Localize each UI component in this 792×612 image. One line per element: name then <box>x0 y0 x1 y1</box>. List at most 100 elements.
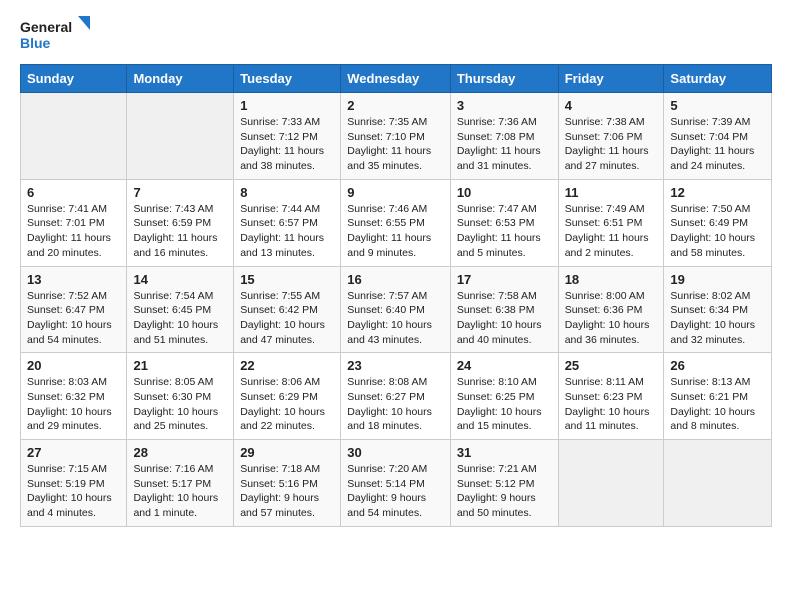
day-info: Sunrise: 7:36 AM Sunset: 7:08 PM Dayligh… <box>457 115 552 174</box>
day-number: 17 <box>457 272 552 287</box>
calendar-cell: 3 Sunrise: 7:36 AM Sunset: 7:08 PM Daylig… <box>450 93 558 180</box>
day-number: 27 <box>27 445 120 460</box>
svg-text:General: General <box>20 19 72 35</box>
day-number: 1 <box>240 98 334 113</box>
day-number: 2 <box>347 98 444 113</box>
weekday-header-sunday: Sunday <box>21 65 127 93</box>
calendar-table: SundayMondayTuesdayWednesdayThursdayFrid… <box>20 64 772 527</box>
day-info: Sunrise: 7:54 AM Sunset: 6:45 PM Dayligh… <box>133 289 227 348</box>
calendar-cell: 10 Sunrise: 7:47 AM Sunset: 6:53 PM Dayli… <box>450 179 558 266</box>
day-number: 18 <box>565 272 658 287</box>
day-number: 12 <box>670 185 765 200</box>
day-info: Sunrise: 7:16 AM Sunset: 5:17 PM Dayligh… <box>133 462 227 521</box>
day-number: 20 <box>27 358 120 373</box>
calendar-cell: 18 Sunrise: 8:00 AM Sunset: 6:36 PM Dayli… <box>558 266 664 353</box>
day-info: Sunrise: 7:18 AM Sunset: 5:16 PM Dayligh… <box>240 462 334 521</box>
day-number: 15 <box>240 272 334 287</box>
day-info: Sunrise: 8:08 AM Sunset: 6:27 PM Dayligh… <box>347 375 444 434</box>
day-number: 28 <box>133 445 227 460</box>
day-number: 29 <box>240 445 334 460</box>
day-number: 3 <box>457 98 552 113</box>
calendar-cell <box>127 93 234 180</box>
day-info: Sunrise: 8:10 AM Sunset: 6:25 PM Dayligh… <box>457 375 552 434</box>
day-info: Sunrise: 8:03 AM Sunset: 6:32 PM Dayligh… <box>27 375 120 434</box>
weekday-header-monday: Monday <box>127 65 234 93</box>
calendar-cell: 12 Sunrise: 7:50 AM Sunset: 6:49 PM Dayli… <box>664 179 772 266</box>
weekday-header-friday: Friday <box>558 65 664 93</box>
day-number: 11 <box>565 185 658 200</box>
weekday-header-tuesday: Tuesday <box>234 65 341 93</box>
day-number: 16 <box>347 272 444 287</box>
calendar-cell: 11 Sunrise: 7:49 AM Sunset: 6:51 PM Dayli… <box>558 179 664 266</box>
day-number: 22 <box>240 358 334 373</box>
day-number: 13 <box>27 272 120 287</box>
calendar-cell: 8 Sunrise: 7:44 AM Sunset: 6:57 PM Daylig… <box>234 179 341 266</box>
day-info: Sunrise: 7:55 AM Sunset: 6:42 PM Dayligh… <box>240 289 334 348</box>
weekday-header-wednesday: Wednesday <box>341 65 451 93</box>
weekday-header-thursday: Thursday <box>450 65 558 93</box>
calendar-cell <box>558 440 664 527</box>
day-info: Sunrise: 8:02 AM Sunset: 6:34 PM Dayligh… <box>670 289 765 348</box>
calendar-cell: 15 Sunrise: 7:55 AM Sunset: 6:42 PM Dayli… <box>234 266 341 353</box>
calendar-cell: 30 Sunrise: 7:20 AM Sunset: 5:14 PM Dayli… <box>341 440 451 527</box>
day-number: 23 <box>347 358 444 373</box>
calendar-cell: 17Sunrise: 7:58 AM Sunset: 6:38 PM Dayli… <box>450 266 558 353</box>
day-info: Sunrise: 7:52 AM Sunset: 6:47 PM Dayligh… <box>27 289 120 348</box>
calendar-cell: 26 Sunrise: 8:13 AM Sunset: 6:21 PM Dayli… <box>664 353 772 440</box>
day-info: Sunrise: 7:44 AM Sunset: 6:57 PM Dayligh… <box>240 202 334 261</box>
calendar-cell: 22 Sunrise: 8:06 AM Sunset: 6:29 PM Dayli… <box>234 353 341 440</box>
day-number: 7 <box>133 185 227 200</box>
day-number: 8 <box>240 185 334 200</box>
day-number: 31 <box>457 445 552 460</box>
day-number: 14 <box>133 272 227 287</box>
day-info: Sunrise: 7:57 AM Sunset: 6:40 PM Dayligh… <box>347 289 444 348</box>
day-info: Sunrise: 7:33 AM Sunset: 7:12 PM Dayligh… <box>240 115 334 174</box>
day-number: 26 <box>670 358 765 373</box>
day-info: Sunrise: 7:15 AM Sunset: 5:19 PM Dayligh… <box>27 462 120 521</box>
calendar-cell: 7 Sunrise: 7:43 AM Sunset: 6:59 PM Daylig… <box>127 179 234 266</box>
calendar-cell <box>21 93 127 180</box>
calendar-cell <box>664 440 772 527</box>
day-info: Sunrise: 7:41 AM Sunset: 7:01 PM Dayligh… <box>27 202 120 261</box>
day-info: Sunrise: 8:06 AM Sunset: 6:29 PM Dayligh… <box>240 375 334 434</box>
calendar-cell: 23 Sunrise: 8:08 AM Sunset: 6:27 PM Dayli… <box>341 353 451 440</box>
day-info: Sunrise: 8:05 AM Sunset: 6:30 PM Dayligh… <box>133 375 227 434</box>
day-number: 6 <box>27 185 120 200</box>
day-info: Sunrise: 8:13 AM Sunset: 6:21 PM Dayligh… <box>670 375 765 434</box>
logo: General Blue <box>20 16 90 54</box>
calendar-cell: 21 Sunrise: 8:05 AM Sunset: 6:30 PM Dayli… <box>127 353 234 440</box>
calendar-cell: 14 Sunrise: 7:54 AM Sunset: 6:45 PM Dayli… <box>127 266 234 353</box>
day-info: Sunrise: 7:43 AM Sunset: 6:59 PM Dayligh… <box>133 202 227 261</box>
calendar-cell: 25 Sunrise: 8:11 AM Sunset: 6:23 PM Dayli… <box>558 353 664 440</box>
calendar-cell: 5Sunrise: 7:39 AM Sunset: 7:04 PM Daylig… <box>664 93 772 180</box>
day-number: 4 <box>565 98 658 113</box>
logo-svg: General Blue <box>20 16 90 54</box>
day-info: Sunrise: 7:20 AM Sunset: 5:14 PM Dayligh… <box>347 462 444 521</box>
day-info: Sunrise: 8:00 AM Sunset: 6:36 PM Dayligh… <box>565 289 658 348</box>
calendar-cell: 27 Sunrise: 7:15 AM Sunset: 5:19 PM Dayli… <box>21 440 127 527</box>
day-number: 25 <box>565 358 658 373</box>
day-info: Sunrise: 7:50 AM Sunset: 6:49 PM Dayligh… <box>670 202 765 261</box>
calendar-cell: 24 Sunrise: 8:10 AM Sunset: 6:25 PM Dayli… <box>450 353 558 440</box>
day-number: 19 <box>670 272 765 287</box>
calendar-cell: 29 Sunrise: 7:18 AM Sunset: 5:16 PM Dayli… <box>234 440 341 527</box>
day-info: Sunrise: 7:46 AM Sunset: 6:55 PM Dayligh… <box>347 202 444 261</box>
day-info: Sunrise: 8:11 AM Sunset: 6:23 PM Dayligh… <box>565 375 658 434</box>
day-number: 5 <box>670 98 765 113</box>
day-info: Sunrise: 7:49 AM Sunset: 6:51 PM Dayligh… <box>565 202 658 261</box>
calendar-cell: 9Sunrise: 7:46 AM Sunset: 6:55 PM Daylig… <box>341 179 451 266</box>
day-number: 24 <box>457 358 552 373</box>
day-info: Sunrise: 7:47 AM Sunset: 6:53 PM Dayligh… <box>457 202 552 261</box>
svg-text:Blue: Blue <box>20 35 51 51</box>
weekday-header-saturday: Saturday <box>664 65 772 93</box>
calendar-cell: 16 Sunrise: 7:57 AM Sunset: 6:40 PM Dayli… <box>341 266 451 353</box>
day-info: Sunrise: 7:35 AM Sunset: 7:10 PM Dayligh… <box>347 115 444 174</box>
calendar-cell: 6 Sunrise: 7:41 AM Sunset: 7:01 PM Daylig… <box>21 179 127 266</box>
day-number: 30 <box>347 445 444 460</box>
calendar-cell: 1 Sunrise: 7:33 AM Sunset: 7:12 PM Daylig… <box>234 93 341 180</box>
day-number: 21 <box>133 358 227 373</box>
calendar-cell: 13 Sunrise: 7:52 AM Sunset: 6:47 PM Dayli… <box>21 266 127 353</box>
day-number: 10 <box>457 185 552 200</box>
calendar-cell: 28 Sunrise: 7:16 AM Sunset: 5:17 PM Dayli… <box>127 440 234 527</box>
calendar-cell: 31Sunrise: 7:21 AM Sunset: 5:12 PM Dayli… <box>450 440 558 527</box>
